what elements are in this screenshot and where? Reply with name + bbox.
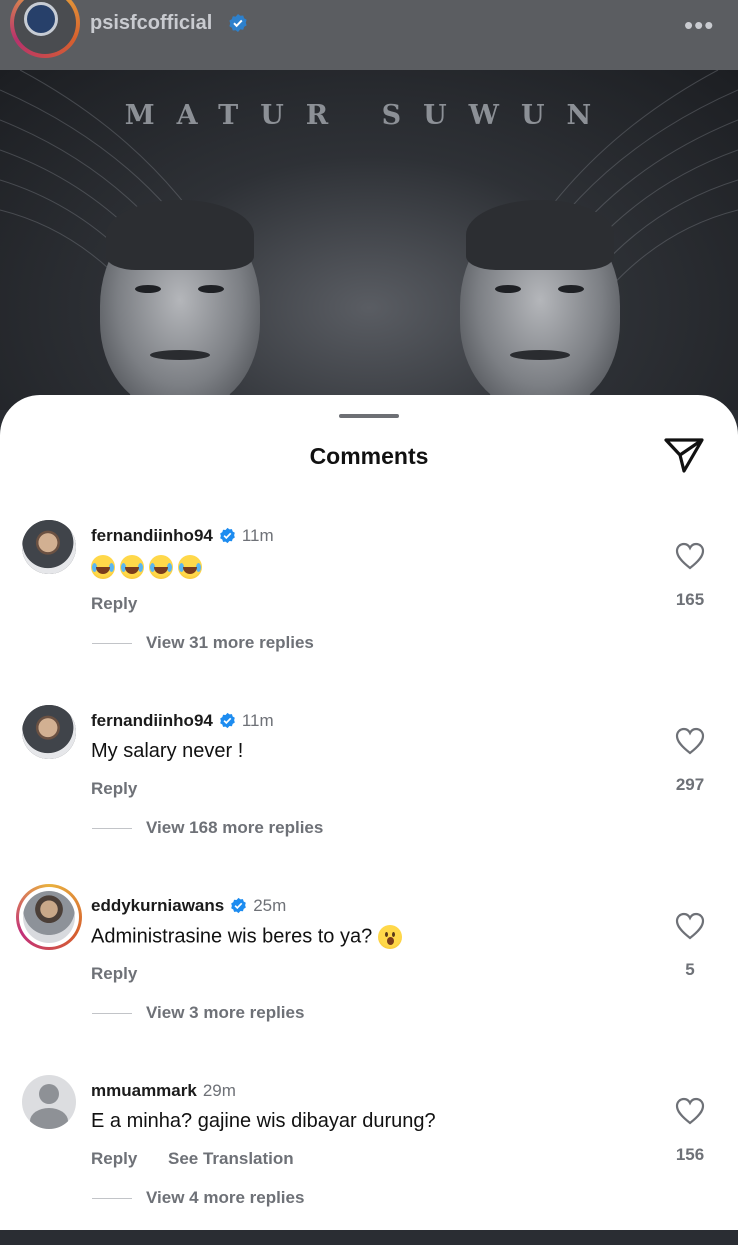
divider-line [92,1198,132,1199]
comment-time: 29m [202,1081,236,1100]
comment-text: Administrasine wis beres to ya? [91,925,403,949]
comment-time: 11m [241,711,274,730]
reply-button[interactable]: Reply [91,594,137,614]
reply-button[interactable]: Reply [91,964,137,984]
astonished-face-icon [378,925,403,949]
comment-text-body: Administrasine wis beres to ya? [91,925,373,948]
comments-sheet: Comments fernandiinho94 11m Reply 165 Vie… [0,395,738,1230]
like-count: 5 [685,960,695,979]
sheet-title: Comments [309,443,429,469]
laughing-crying-face-icon [178,555,202,579]
laughing-crying-face-icon [120,555,144,579]
comment-username[interactable]: fernandiinho94 [91,526,213,545]
view-more-replies[interactable]: View 168 more replies [146,818,323,838]
image-title: MATUR SUWUN [124,100,614,131]
account-username[interactable]: psisfcofficial [90,12,212,35]
club-crest-icon [24,2,58,36]
comment-text: E a minha? gajine wis dibayar durung? [91,1110,436,1132]
divider-line [92,643,132,644]
comment-item: mmuammark 29m E a minha? gajine wis dibay… [0,1065,738,1245]
comment-item: eddykurniawans 25m Administrasine wis ber… [0,880,738,1060]
post-image: MATUR SUWUN [0,70,738,410]
comment-username[interactable]: fernandiinho94 [91,711,213,730]
divider-line [92,828,132,829]
comment-item: fernandiinho94 11m My salary never ! Repl… [0,695,738,875]
heart-icon[interactable] [675,542,705,570]
like-count: 297 [675,775,705,794]
account-avatar[interactable] [10,0,80,58]
view-more-replies[interactable]: View 31 more replies [146,633,314,653]
laughing-crying-face-icon [91,555,115,579]
post-header: psisfcofficial ••• [0,0,738,70]
more-horizontal-icon[interactable]: ••• [684,10,714,41]
reply-button[interactable]: Reply [91,1149,137,1169]
see-translation-button[interactable]: See Translation [168,1149,294,1169]
reply-button[interactable]: Reply [91,779,137,799]
comment-time: 25m [253,896,287,915]
heart-icon[interactable] [675,727,705,755]
verified-badge-icon [231,897,247,914]
comment-time: 11m [241,526,274,545]
paper-plane-icon[interactable] [662,435,706,475]
player-left-portrait [80,190,280,410]
comment-text: My salary never ! [91,740,244,762]
avatar[interactable] [22,520,76,574]
verified-badge-icon [220,527,235,544]
like-count: 156 [675,1145,705,1164]
comment-username[interactable]: mmuammark [91,1081,197,1100]
view-more-replies[interactable]: View 3 more replies [146,1003,304,1023]
avatar[interactable] [16,884,82,950]
heart-icon[interactable] [675,1097,705,1125]
comment-item: fernandiinho94 11m Reply 165 View 31 more… [0,510,738,690]
divider-line [92,1013,132,1014]
verified-badge-icon [229,14,247,32]
avatar[interactable] [22,705,76,759]
player-right-portrait [440,190,640,410]
verified-badge-icon [220,712,235,729]
sheet-drag-handle[interactable] [339,414,399,418]
heart-icon[interactable] [675,912,705,940]
view-more-replies[interactable]: View 4 more replies [146,1188,304,1208]
default-avatar-icon[interactable] [22,1075,76,1129]
laughing-crying-face-icon [149,555,173,579]
like-count: 165 [675,590,705,609]
comment-username[interactable]: eddykurniawans [91,896,224,915]
comment-text [91,555,207,579]
